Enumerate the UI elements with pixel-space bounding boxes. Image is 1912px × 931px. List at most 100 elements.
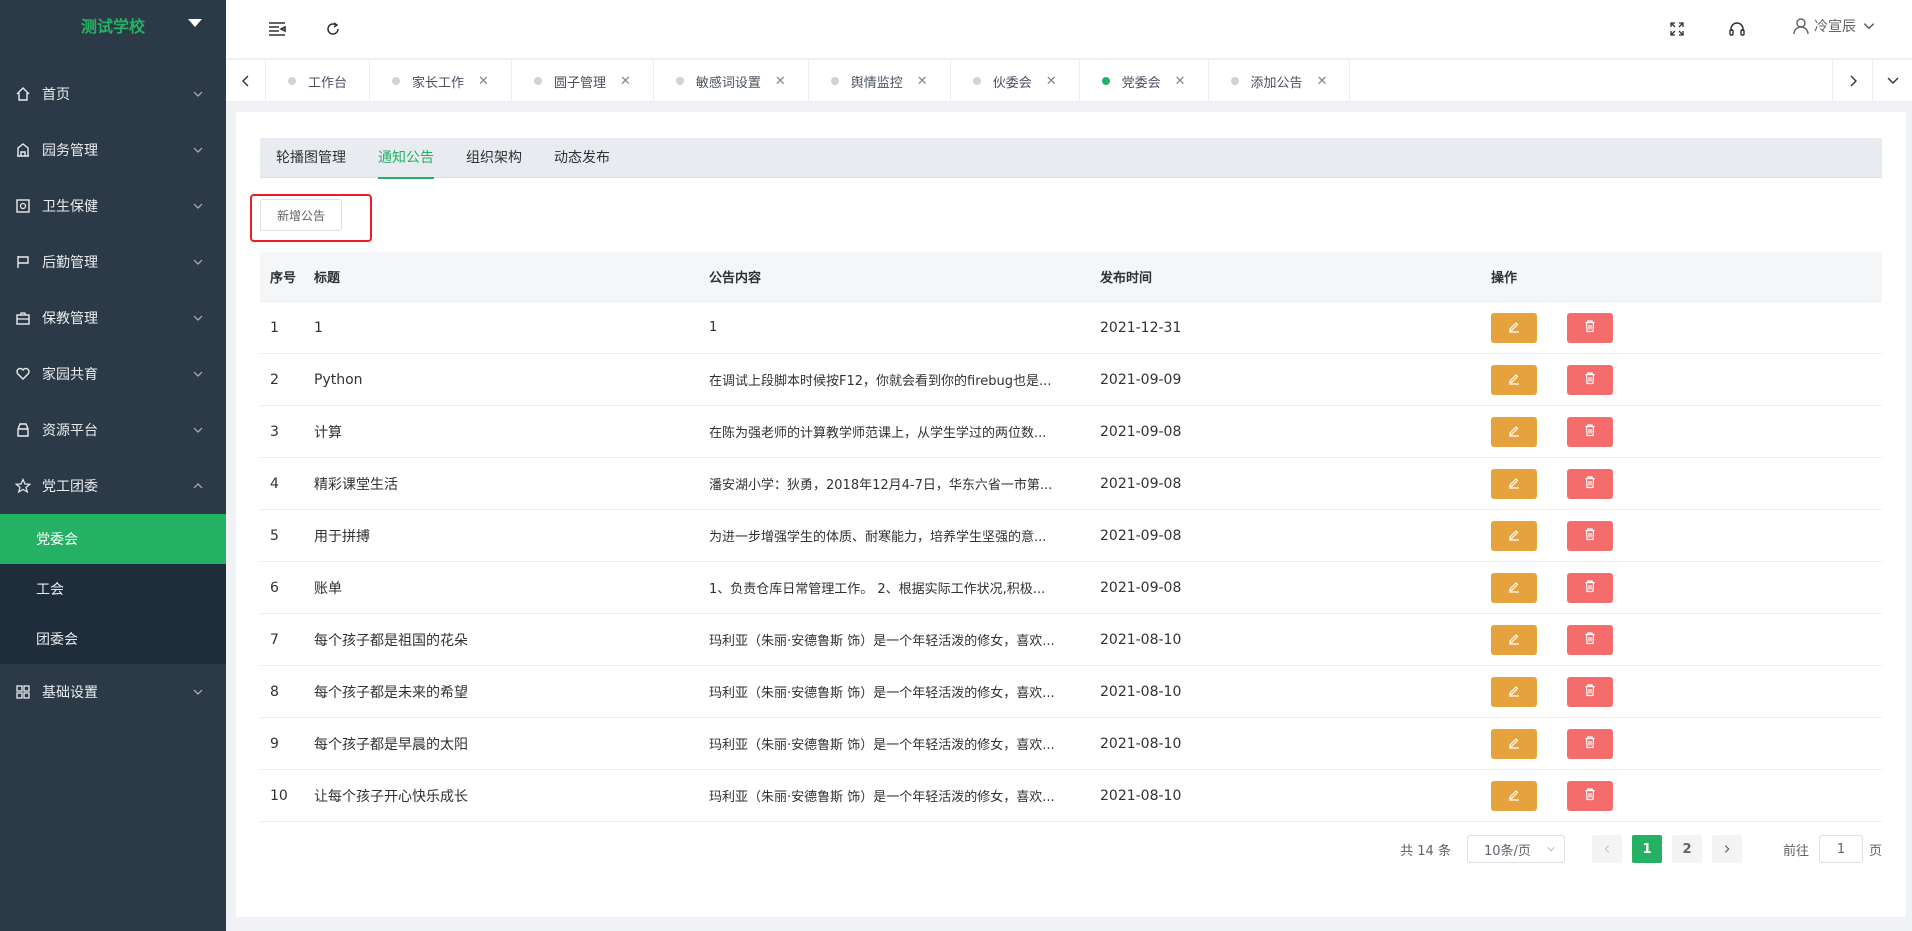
sidebar-subitem-union[interactable]: 工会 [0, 564, 226, 614]
cell-actions [1491, 624, 1882, 655]
tab-add-notice[interactable]: 添加公告 ✕ [1209, 60, 1351, 102]
cell-actions [1491, 780, 1882, 811]
cell-content: 1 [709, 320, 718, 335]
cell-date: 2021-12-31 [1100, 319, 1182, 336]
cell-content: 玛利亚（朱丽·安德鲁斯 饰）是一个年轻活泼的修女，喜欢... [709, 686, 1055, 701]
page-size-select[interactable]: 10条/页 [1466, 835, 1565, 863]
add-notice-button[interactable]: 新增公告 [260, 199, 342, 231]
edit-button[interactable] [1491, 624, 1537, 655]
chevron-down-icon [193, 203, 203, 209]
close-icon[interactable]: ✕ [1317, 74, 1328, 89]
chevron-down-icon [193, 91, 203, 97]
cell-date: 2021-08-10 [1100, 631, 1182, 648]
tab-party-committee[interactable]: 党委会 ✕ [1080, 60, 1209, 102]
edit-button[interactable] [1491, 520, 1537, 551]
tab-dot [533, 77, 542, 85]
headset-icon[interactable] [1726, 18, 1748, 40]
delete-button[interactable] [1567, 520, 1613, 551]
trash-icon [1583, 319, 1597, 337]
table-row: 4 精彩课堂生活 潘安湖小学：狄勇，2018年12月4-7日，华东六省一市第... 2… [260, 458, 1882, 510]
tab-parent-work[interactable]: 家长工作 ✕ [370, 60, 512, 102]
tab-meal-committee[interactable]: 伙委会 ✕ [951, 60, 1080, 102]
cell-actions [1491, 728, 1882, 759]
sidebar-item-label: 后勤管理 [42, 255, 98, 271]
col-date: 发布时间 [1100, 271, 1153, 286]
cell-content: 在陈为强老师的计算教学师范课上，从学生学过的两位数... [709, 426, 1047, 441]
goto-page-input[interactable]: 1 [1818, 835, 1863, 863]
sidebar-item-logistics[interactable]: 后勤管理 [0, 234, 226, 290]
sidebar-item-home-school[interactable]: 家园共育 [0, 346, 226, 402]
sidebar-item-education[interactable]: 保教管理 [0, 290, 226, 346]
menu-collapse-icon[interactable] [266, 18, 288, 40]
cell-actions [1491, 520, 1882, 551]
archive-icon [14, 421, 32, 439]
tab-public-opinion[interactable]: 舆情监控 ✕ [809, 60, 951, 102]
prev-page-button[interactable] [1591, 835, 1622, 863]
user-menu[interactable]: 冷宣辰 [1792, 16, 1876, 36]
notice-table: 序号 标题 公告内容 发布时间 操作 1 1 1 2021-12-31 2 Python 在… [260, 252, 1882, 822]
goto-suffix: 页 [1868, 843, 1882, 859]
tabs-dropdown[interactable] [1872, 60, 1912, 102]
tabs-scroll-right[interactable] [1832, 60, 1872, 102]
tab-workbench[interactable]: 工作台 [266, 60, 371, 102]
edit-button[interactable] [1491, 676, 1537, 707]
delete-button[interactable] [1567, 624, 1613, 655]
tab-dot [830, 77, 839, 85]
cell-title: 每个孩子都是未来的希望 [314, 684, 468, 701]
tab-sensitive-words[interactable]: 敏感词设置 ✕ [654, 60, 809, 102]
edit-button[interactable] [1491, 364, 1537, 395]
sidebar-item-resources[interactable]: 资源平台 [0, 402, 226, 458]
sidebar-item-party[interactable]: 党工团委 [0, 458, 226, 514]
delete-button[interactable] [1567, 676, 1613, 707]
subtab-carousel[interactable]: 轮播图管理 [260, 138, 362, 178]
page-button-2[interactable]: 2 [1671, 835, 1702, 863]
calendar-icon [14, 253, 32, 271]
fullscreen-icon[interactable] [1666, 18, 1688, 40]
delete-button[interactable] [1567, 780, 1613, 811]
close-icon[interactable]: ✕ [478, 74, 489, 89]
sidebar-subitem-party-committee[interactable]: 党委会 [0, 514, 226, 564]
sidebar-subitem-label: 党委会 [36, 532, 78, 548]
chevron-down-icon [193, 147, 203, 153]
edit-button[interactable] [1491, 312, 1537, 343]
close-icon[interactable]: ✕ [1175, 74, 1186, 89]
tab-label: 敏感词设置 [695, 75, 761, 91]
sidebar-menu: 首页 园务管理 卫生保健 后勤管理 保教管理 家园共育 资源平台 党工团委 党委… [0, 66, 226, 720]
building-icon [14, 141, 32, 159]
subtab-organization[interactable]: 组织架构 [450, 138, 538, 178]
refresh-icon[interactable] [322, 18, 344, 40]
sidebar-subitem-youth-league[interactable]: 团委会 [0, 614, 226, 664]
chevron-down-icon [193, 689, 203, 695]
grid-icon [14, 683, 32, 701]
sidebar-item-garden-affairs[interactable]: 园务管理 [0, 122, 226, 178]
edit-button[interactable] [1491, 416, 1537, 447]
caret-down-icon[interactable] [188, 19, 202, 27]
edit-button[interactable] [1491, 780, 1537, 811]
delete-button[interactable] [1567, 312, 1613, 343]
top-header: 冷宣辰 [226, 0, 1912, 59]
cell-content: 1、负责仓库日常管理工作。 2、根据实际工作状况,积极... [709, 582, 1046, 597]
delete-button[interactable] [1567, 364, 1613, 395]
delete-button[interactable] [1567, 416, 1613, 447]
sidebar-item-home[interactable]: 首页 [0, 66, 226, 122]
next-page-button[interactable] [1711, 835, 1742, 863]
close-icon[interactable]: ✕ [1046, 74, 1057, 89]
edit-button[interactable] [1491, 468, 1537, 499]
tab-circle-management[interactable]: 圆子管理 ✕ [512, 60, 654, 102]
goto-prefix: 前往 [1782, 843, 1809, 859]
delete-button[interactable] [1567, 572, 1613, 603]
close-icon[interactable]: ✕ [917, 74, 928, 89]
sidebar-item-health[interactable]: 卫生保健 [0, 178, 226, 234]
edit-button[interactable] [1491, 572, 1537, 603]
page-button-1[interactable]: 1 [1631, 835, 1662, 863]
delete-button[interactable] [1567, 468, 1613, 499]
delete-button[interactable] [1567, 728, 1613, 759]
edit-button[interactable] [1491, 728, 1537, 759]
sidebar-item-basic-settings[interactable]: 基础设置 [0, 664, 226, 720]
tabs-scroll-left[interactable] [226, 60, 266, 102]
cell-date: 2021-09-08 [1100, 579, 1182, 596]
close-icon[interactable]: ✕ [620, 74, 631, 89]
subtab-news-publish[interactable]: 动态发布 [538, 138, 626, 178]
close-icon[interactable]: ✕ [775, 74, 786, 89]
subtab-notice[interactable]: 通知公告 [362, 138, 450, 179]
